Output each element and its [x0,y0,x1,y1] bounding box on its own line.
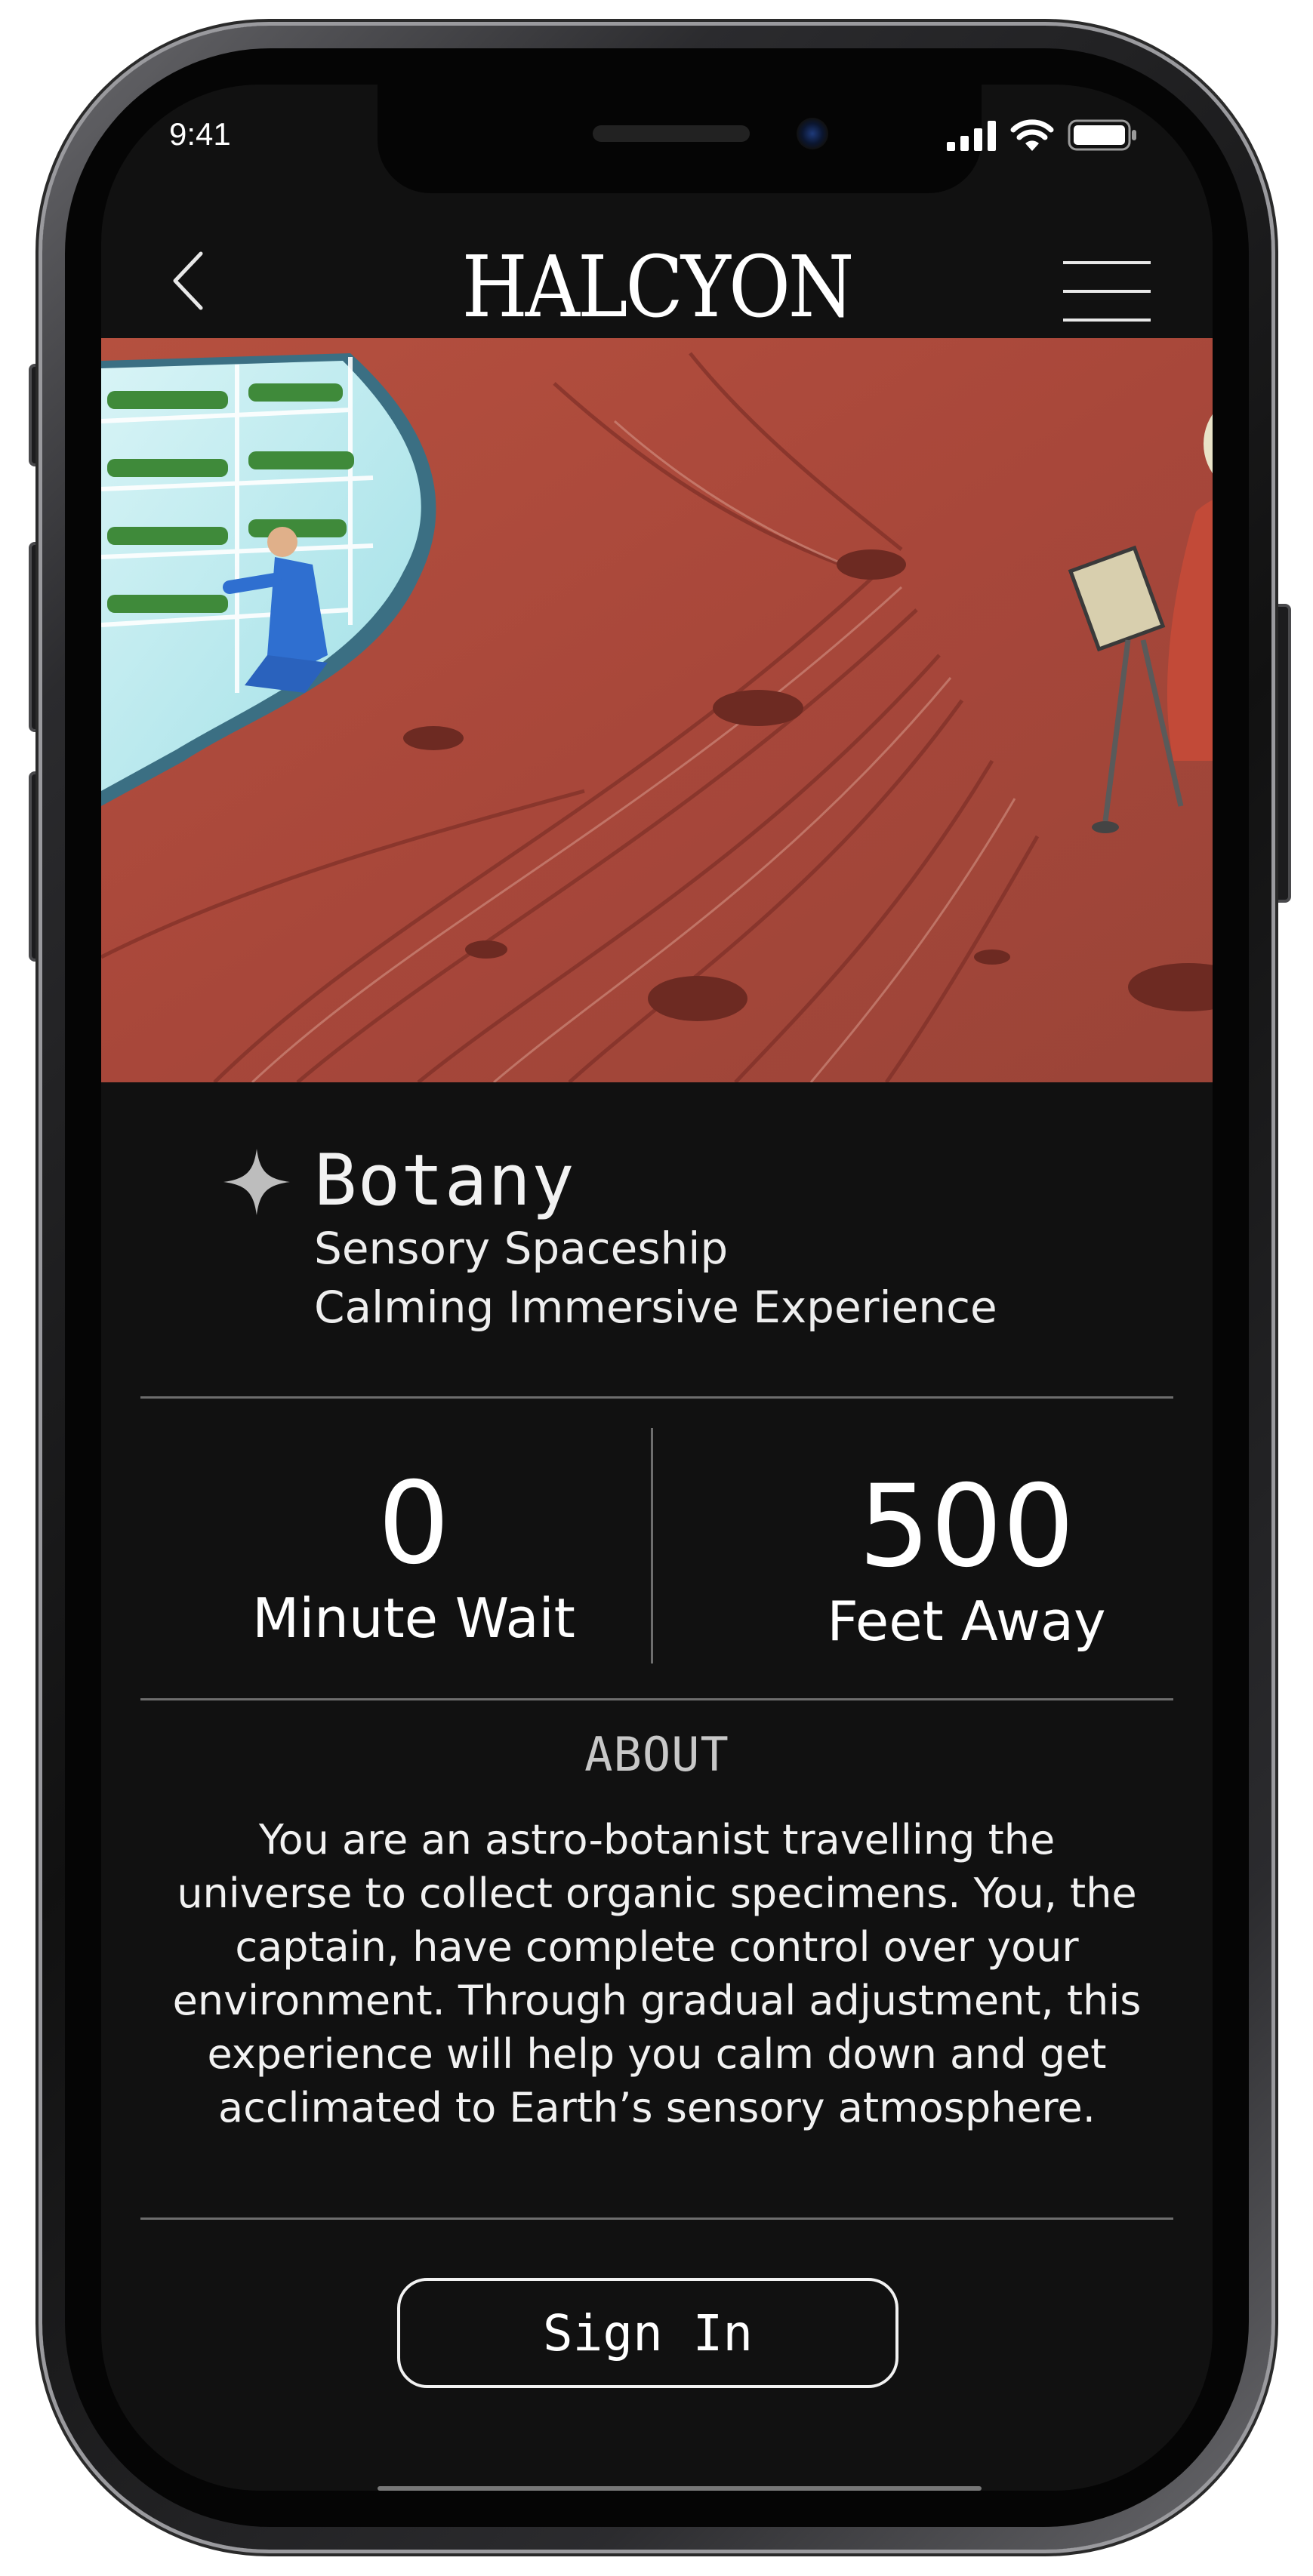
wait-stat: 0 Minute Wait [180,1467,648,1650]
hamburger-menu-icon [1063,261,1151,264]
back-button[interactable] [162,235,222,326]
home-indicator [378,2486,982,2491]
status-time: 9:41 [169,116,231,152]
battery-icon [1068,119,1136,151]
sign-in-button[interactable]: Sign In [397,2278,898,2388]
phone-bezel: 9:41 HALCYON Botany Sensory Spaceship Ca… [65,48,1249,2527]
chevron-left-icon [173,251,203,310]
experience-description: Calming Immersive Experience [314,1282,997,1333]
divider-top [140,1396,1173,1399]
distance-label: Feet Away [827,1590,1106,1653]
experience-subtitle: Sensory Spaceship [314,1223,729,1274]
status-bar: 9:41 [101,85,1213,198]
power-button [1271,604,1291,903]
wait-label: Minute Wait [252,1587,575,1650]
status-icons [947,119,1139,151]
divider-middle [140,1698,1173,1700]
cellular-signal-icon [947,121,996,151]
distance-stat: 500 Feet Away [732,1470,1201,1653]
menu-button[interactable] [1063,235,1151,326]
halcyon-logo: HALCYON [461,237,855,337]
hero-image [101,338,1213,1082]
phone-frame: 9:41 HALCYON Botany Sensory Spaceship Ca… [42,26,1271,2550]
sparkle-icon [223,1149,290,1215]
experience-title: Botany [314,1140,575,1222]
app-screen: 9:41 HALCYON Botany Sensory Spaceship Ca… [101,85,1213,2491]
about-heading: ABOUT [584,1727,729,1782]
hero-illustration [101,338,1213,1082]
distance-value: 500 [858,1461,1075,1593]
divider-bottom [140,2217,1173,2220]
wait-value: 0 [378,1458,450,1590]
about-body: You are an astro-botanist travelling the… [172,1816,1142,2131]
wifi-icon [1010,119,1054,151]
stats-divider [651,1428,653,1663]
